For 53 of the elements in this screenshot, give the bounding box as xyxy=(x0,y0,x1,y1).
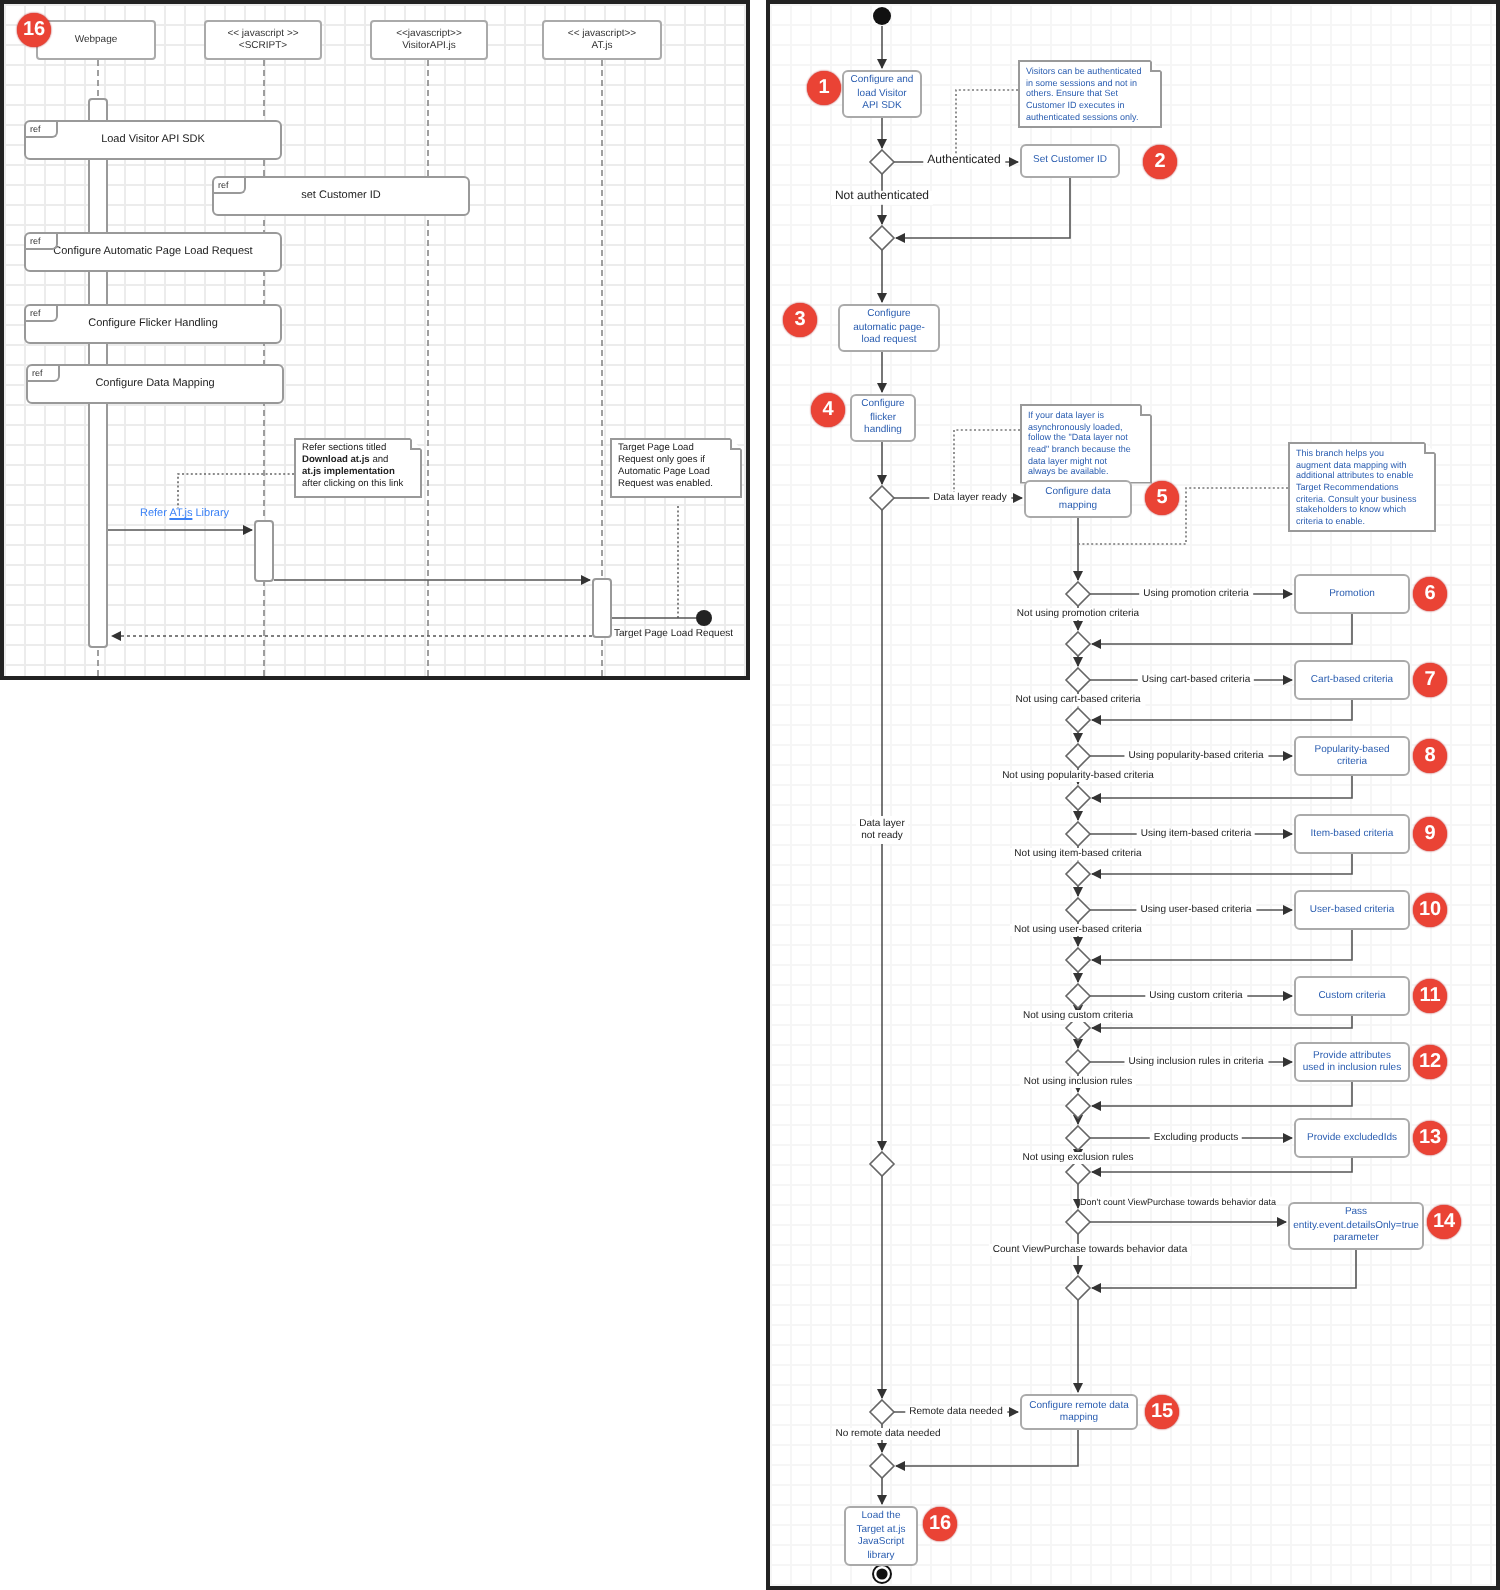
flow-arrow xyxy=(1073,517,1083,581)
flow-arrow xyxy=(1073,1299,1083,1393)
step-badge: 7 xyxy=(1413,663,1447,697)
flow-arrow xyxy=(877,25,887,69)
step-badge: 15 xyxy=(1145,1395,1179,1429)
start-node xyxy=(873,7,891,25)
step-badge: 12 xyxy=(1413,1045,1447,1079)
decision-diamond xyxy=(1064,1048,1092,1076)
step-badge: 2 xyxy=(1143,145,1177,179)
flow-arrow xyxy=(1073,655,1083,667)
decision-diamond xyxy=(868,1150,896,1178)
decision-diamond xyxy=(1064,1158,1092,1186)
note-connector xyxy=(177,473,295,509)
step-badge: 5 xyxy=(1145,481,1179,515)
note-connector xyxy=(677,505,679,619)
step-badge: 8 xyxy=(1413,739,1447,773)
decision-diamond xyxy=(1064,1092,1092,1120)
step-badge: 3 xyxy=(783,303,817,337)
decision-diamond xyxy=(1064,1124,1092,1152)
step-badge: 10 xyxy=(1413,893,1447,927)
decision-diamond xyxy=(868,148,896,176)
step-badge: 6 xyxy=(1413,577,1447,611)
step-badge: 13 xyxy=(1413,1121,1447,1155)
step-badge: 11 xyxy=(1413,979,1447,1013)
decision-diamond xyxy=(1064,630,1092,658)
flow-arrow xyxy=(1073,1005,1083,1015)
flow-arrow xyxy=(1073,885,1083,897)
step-badge: 1 xyxy=(807,71,841,105)
step-badge: 14 xyxy=(1427,1205,1461,1239)
flow-arrow xyxy=(877,1477,887,1505)
step-badge: 4 xyxy=(811,393,845,427)
flow-arrow xyxy=(1073,731,1083,743)
step-badge: 16 xyxy=(17,13,51,47)
decision-diamond xyxy=(1064,1274,1092,1302)
final-node xyxy=(696,610,712,626)
step-badge: 16 xyxy=(923,1507,957,1541)
flow-arrow xyxy=(1073,971,1083,983)
step-badge: 9 xyxy=(1413,817,1447,851)
flow-arrow xyxy=(1073,1115,1083,1125)
flow-arrow xyxy=(1073,1183,1083,1209)
flow-arrow xyxy=(1073,1039,1083,1049)
decision-diamond xyxy=(868,224,896,252)
decision-diamond xyxy=(868,1452,896,1480)
decision-diamond xyxy=(1064,946,1092,974)
flow-arrow xyxy=(1073,809,1083,821)
message-line xyxy=(611,617,697,619)
decision-diamond xyxy=(1064,982,1092,1010)
decision-diamond xyxy=(1064,1208,1092,1236)
activation-bar xyxy=(254,520,274,582)
decision-diamond xyxy=(868,1398,896,1426)
activation-bar xyxy=(592,578,612,638)
flow-arrow xyxy=(877,249,887,303)
decision-diamond xyxy=(868,484,896,512)
